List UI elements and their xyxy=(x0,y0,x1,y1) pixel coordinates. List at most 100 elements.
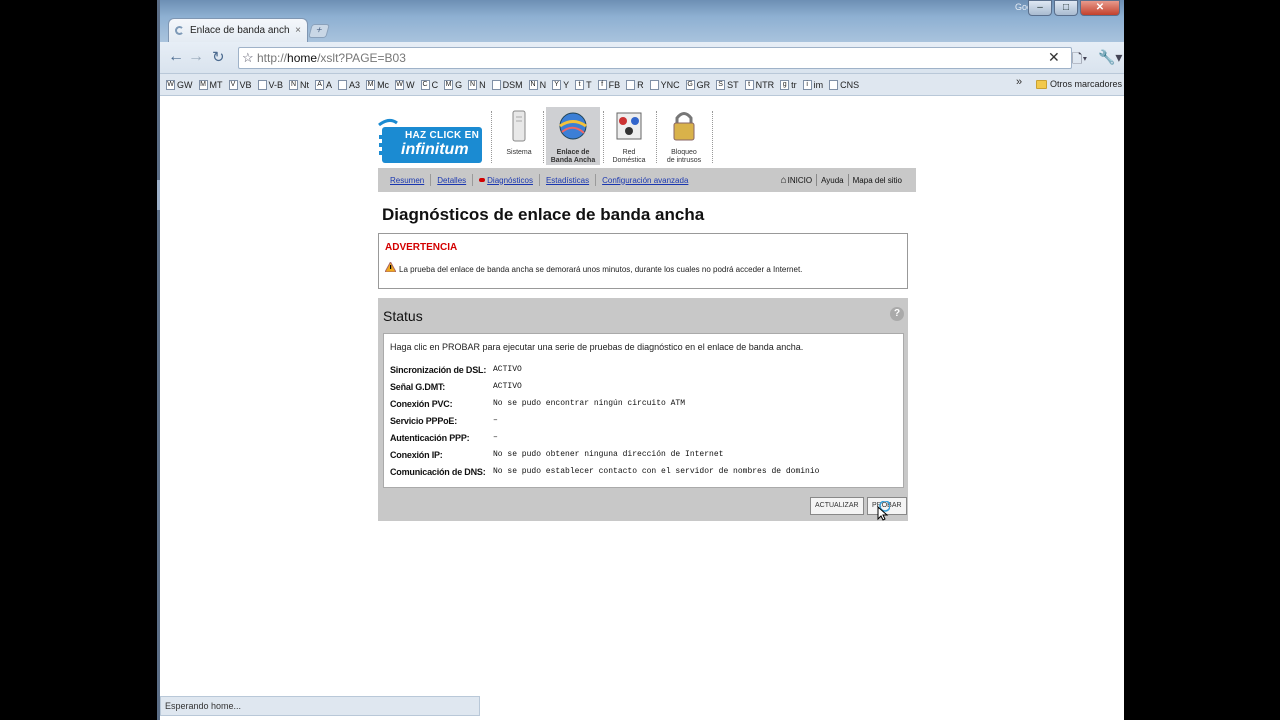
link-mapa-sitio[interactable]: Mapa del sitio xyxy=(853,176,902,185)
nav-bloqueo-label2: de intrusos xyxy=(666,157,702,164)
forward-arrow-icon[interactable]: → xyxy=(188,48,204,66)
bookmark-label: Y xyxy=(563,79,570,90)
bookmark-label: A3 xyxy=(349,79,361,90)
nav-bloqueo-label1: Bloqueo xyxy=(671,149,697,156)
bookmark-item[interactable]: DSM xyxy=(491,79,523,90)
maximize-button[interactable]: □ xyxy=(1054,0,1078,16)
bookmark-favicon-icon: C xyxy=(420,79,430,90)
bookmark-label: V-B xyxy=(268,79,284,90)
bookmark-item[interactable]: CNS xyxy=(829,79,859,90)
bookmark-favicon-icon: f xyxy=(597,79,607,90)
subnav-detalles[interactable]: Detalles xyxy=(437,176,466,185)
nav-separator xyxy=(712,111,713,163)
bookmark-label: VB xyxy=(239,79,252,90)
page-menu-icon[interactable]: 🗋▾ xyxy=(1072,50,1087,72)
back-arrow-icon[interactable]: ← xyxy=(168,48,184,66)
nav-enlace-banda-ancha[interactable]: Enlace de Banda Ancha xyxy=(546,107,600,165)
status-row-label: Autenticación PPP: xyxy=(390,433,470,443)
status-row-value: – xyxy=(493,433,498,442)
bookmark-item[interactable]: t NTR xyxy=(744,79,774,90)
address-bar[interactable]: ☆ http://home/xslt?PAGE=B03 xyxy=(238,47,1072,69)
status-row-value: No se pudo obtener ninguna dirección de … xyxy=(493,450,724,459)
other-bookmarks[interactable]: Otros marcadores xyxy=(1036,79,1122,89)
bookmark-favicon-icon xyxy=(649,79,659,90)
close-window-button[interactable]: ✕ xyxy=(1080,0,1120,16)
subnav-estadisticas[interactable]: Estadísticas xyxy=(546,176,589,185)
wrench-menu-icon[interactable]: 🔧▾ xyxy=(1098,49,1122,66)
bookmark-item[interactable]: i im xyxy=(802,79,823,90)
bookmark-label: W xyxy=(406,79,415,90)
status-row: Conexión IP: No se pudo obtener ninguna d… xyxy=(390,450,895,464)
bookmark-item[interactable]: V VB xyxy=(228,79,252,90)
bookmark-item[interactable]: tT xyxy=(575,79,592,90)
bookmark-favicon-icon: M xyxy=(444,79,454,90)
bookmark-item[interactable]: MG xyxy=(444,79,463,90)
subnav-diagnosticos[interactable]: Diagnósticos xyxy=(487,176,533,185)
bookmark-label: T xyxy=(586,79,592,90)
status-row-label: Sincronización de DSL: xyxy=(390,365,487,375)
bookmark-item[interactable]: f FB xyxy=(597,79,621,90)
tab-close-icon[interactable]: × xyxy=(295,25,301,36)
bookmarks-overflow-icon[interactable]: » xyxy=(1016,76,1022,88)
status-row-value: ACTIVO xyxy=(493,382,522,391)
tab-strip: Enlace de banda ancha: ... × + Google – … xyxy=(160,0,1124,42)
home-network-icon xyxy=(616,112,642,140)
bookmark-item[interactable]: S ST xyxy=(716,79,739,90)
status-row-value: No se pudo establecer contacto con el se… xyxy=(493,467,820,476)
warning-message: La prueba del enlace de banda ancha se d… xyxy=(399,265,803,274)
bookmark-favicon-icon: t xyxy=(744,79,754,90)
infinitum-logo[interactable]: HAZ CLICK EN infinitum xyxy=(375,115,483,165)
bookmark-favicon-icon: N xyxy=(289,79,299,90)
subnav-resumen[interactable]: Resumen xyxy=(390,176,424,185)
subnav-diagnosticos-active[interactable]: Diagnósticos xyxy=(479,176,533,185)
bookmark-item[interactable]: CC xyxy=(420,79,438,90)
link-inicio[interactable]: INICIO xyxy=(788,176,812,185)
new-tab-button[interactable]: + xyxy=(308,24,330,38)
reload-icon[interactable]: ↻ xyxy=(212,48,225,66)
bookmark-favicon-icon: W xyxy=(166,79,175,90)
bookmark-label: FB xyxy=(608,79,621,90)
warning-title: ADVERTENCIA xyxy=(385,242,458,253)
bookmark-item[interactable]: YY xyxy=(552,79,570,90)
nav-bloqueo-intrusos[interactable]: Bloqueo de intrusos xyxy=(660,107,708,165)
bookmark-item[interactable]: NN xyxy=(468,79,486,90)
bookmark-item[interactable]: AA xyxy=(315,79,332,90)
bookmark-item[interactable]: M MT xyxy=(198,79,223,90)
bookmark-item[interactable]: W GW xyxy=(166,79,193,90)
bookmark-item[interactable]: R xyxy=(626,79,644,90)
url-prefix: http:// xyxy=(257,51,288,65)
bookmark-item[interactable]: YNC xyxy=(649,79,680,90)
nav-separator xyxy=(656,111,657,163)
bookmark-favicon-icon: W xyxy=(395,79,405,90)
tab-active[interactable]: Enlace de banda ancha: ... × xyxy=(168,18,308,42)
nav-sistema[interactable]: Sistema xyxy=(498,107,540,165)
stop-icon[interactable]: ✕ xyxy=(1048,49,1060,66)
bookmark-item[interactable]: V-B xyxy=(257,79,284,90)
bookmark-item[interactable]: G GR xyxy=(685,79,710,90)
bookmark-item[interactable]: N Nt xyxy=(289,79,309,90)
bookmark-item[interactable]: WW xyxy=(395,79,415,90)
bookmark-label: Mc xyxy=(377,79,390,90)
subnav-divider xyxy=(847,174,849,186)
actualizar-button[interactable]: ACTUALIZAR xyxy=(810,497,864,515)
nav-red-domestica[interactable]: Red Doméstica xyxy=(606,107,652,165)
browser-status-bar: Esperando home... xyxy=(160,696,480,716)
minimize-button[interactable]: – xyxy=(1028,0,1052,16)
help-icon[interactable]: ? xyxy=(890,307,904,321)
link-ayuda[interactable]: Ayuda xyxy=(821,176,844,185)
folder-icon xyxy=(1036,79,1047,89)
bookmark-favicon-icon: V xyxy=(228,79,238,90)
bookmark-label: N xyxy=(539,79,547,90)
bookmarks-bar: W GW M MT V VB V-B N Nt A A A3 M Mc W W C C M G N N DSM N N Y Yt Tf… xyxy=(160,74,1124,96)
loading-spinner-icon xyxy=(175,26,184,35)
warning-box: ADVERTENCIA La prueba del enlace de band… xyxy=(378,233,908,289)
bookmark-label: G xyxy=(455,79,463,90)
bookmark-item[interactable]: g tr xyxy=(780,79,797,90)
status-row: Sincronización de DSL: ACTIVO xyxy=(390,365,895,379)
status-row-value: – xyxy=(493,416,498,425)
subnav-configuracion-avanzada[interactable]: Configuración avanzada xyxy=(602,176,688,185)
bookmark-item[interactable]: M Mc xyxy=(366,79,390,90)
star-icon[interactable]: ☆ xyxy=(242,48,254,68)
bookmark-item[interactable]: NN xyxy=(528,79,547,90)
bookmark-item[interactable]: A3 xyxy=(338,79,361,90)
